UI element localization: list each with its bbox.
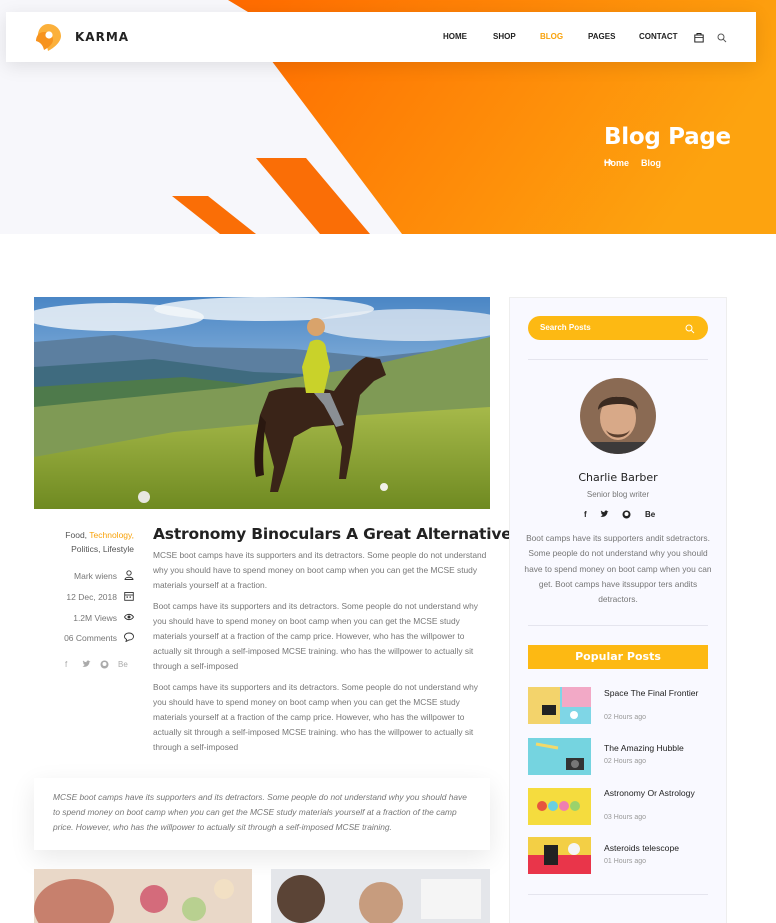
- post-date: 12 Dec, 2018: [34, 591, 134, 603]
- post-views-text: 1.2M Views: [73, 613, 117, 623]
- popular-post-title[interactable]: Asteroids telescope: [604, 843, 704, 854]
- popular-post-time: 01 Hours ago: [604, 858, 647, 865]
- post-blockquote: MCSE boot camps have its supporters and …: [34, 778, 490, 850]
- related-post-image-1[interactable]: [34, 869, 252, 923]
- category-lifestyle[interactable]: Lifestyle: [103, 544, 134, 554]
- post-title[interactable]: Astronomy Binoculars A Great Alternative: [153, 525, 512, 543]
- author-bio: Boot camps have its supporters andit sde…: [524, 533, 712, 605]
- popular-post-time: 03 Hours ago: [604, 814, 647, 821]
- post-views: 1.2M Views: [34, 612, 135, 624]
- author-behance-icon[interactable]: Be: [645, 510, 655, 519]
- popular-posts-heading: Popular Posts: [528, 645, 708, 669]
- category-technology[interactable]: Technology,: [89, 530, 134, 540]
- breadcrumb: Home Blog: [604, 158, 661, 168]
- post-date-text: 12 Dec, 2018: [66, 592, 117, 602]
- sidebar-divider: [528, 625, 708, 626]
- bag-icon[interactable]: [694, 30, 706, 43]
- author-avatar: [580, 378, 656, 454]
- post-behance-icon[interactable]: Be: [118, 660, 128, 669]
- popular-post-image[interactable]: [528, 738, 591, 775]
- related-post-image-2[interactable]: [271, 869, 490, 923]
- author-name: Charlie Barber: [578, 471, 658, 484]
- post-categories: Food, Technology, Politics, Lifestyle: [34, 528, 134, 556]
- popular-post-title[interactable]: Space The Final Frontier: [604, 688, 704, 699]
- post-featured-image[interactable]: [34, 297, 490, 509]
- popular-post-time: 02 Hours ago: [604, 714, 647, 721]
- page-title: Blog Page: [604, 124, 731, 150]
- popular-post-time: 02 Hours ago: [604, 758, 647, 765]
- post-author-name: Mark wiens: [74, 571, 117, 581]
- author-role: Senior blog writer: [586, 490, 650, 499]
- search-posts-placeholder: Search Posts: [540, 323, 591, 332]
- calendar-icon: [124, 591, 134, 603]
- popular-post-image[interactable]: [528, 687, 591, 724]
- nav-blog[interactable]: BLOG: [540, 32, 563, 41]
- search-posts-field[interactable]: Search Posts: [528, 316, 708, 340]
- search-icon[interactable]: [717, 30, 729, 43]
- post-comments-text: 06 Comments: [64, 633, 117, 643]
- author-facebook-icon[interactable]: f: [584, 510, 587, 519]
- post-paragraph-2: Boot camps have its supporters and its d…: [153, 601, 478, 671]
- popular-post-image[interactable]: [528, 788, 591, 825]
- post-paragraph-3: Boot camps have its supporters and its d…: [153, 682, 478, 752]
- nav-home[interactable]: HOME: [443, 32, 467, 41]
- author-twitter-icon[interactable]: [600, 510, 609, 520]
- eye-icon: [123, 612, 135, 624]
- nav-contact[interactable]: CONTACT: [639, 32, 678, 41]
- category-politics[interactable]: Politics,: [71, 544, 100, 554]
- user-icon: [124, 570, 134, 582]
- post-facebook-icon[interactable]: f: [65, 660, 67, 669]
- popular-post-image[interactable]: [528, 837, 591, 874]
- author-github-icon[interactable]: [622, 510, 631, 521]
- karma-logo-icon[interactable]: [34, 22, 66, 52]
- site-header: KARMA HOME SHOP BLOG PAGES CONTACT: [6, 12, 756, 62]
- post-paragraph-1: MCSE boot camps have its supporters and …: [153, 550, 487, 590]
- brand-name[interactable]: KARMA: [75, 30, 129, 44]
- post-author[interactable]: Mark wiens: [34, 570, 134, 582]
- popular-post-title[interactable]: The Amazing Hubble: [604, 743, 704, 754]
- sidebar-divider: [528, 359, 708, 360]
- category-food[interactable]: Food,: [65, 530, 87, 540]
- nav-pages[interactable]: PAGES: [588, 32, 615, 41]
- post-comments[interactable]: 06 Comments: [34, 632, 134, 644]
- comment-icon: [124, 632, 134, 644]
- sidebar-divider: [528, 894, 708, 895]
- nav-shop[interactable]: SHOP: [493, 32, 516, 41]
- breadcrumb-blog[interactable]: Blog: [641, 158, 661, 168]
- post-twitter-icon[interactable]: [82, 660, 91, 670]
- post-github-icon[interactable]: [100, 660, 109, 671]
- popular-post-title[interactable]: Astronomy Or Astrology: [604, 788, 704, 799]
- search-posts-icon[interactable]: [685, 321, 695, 339]
